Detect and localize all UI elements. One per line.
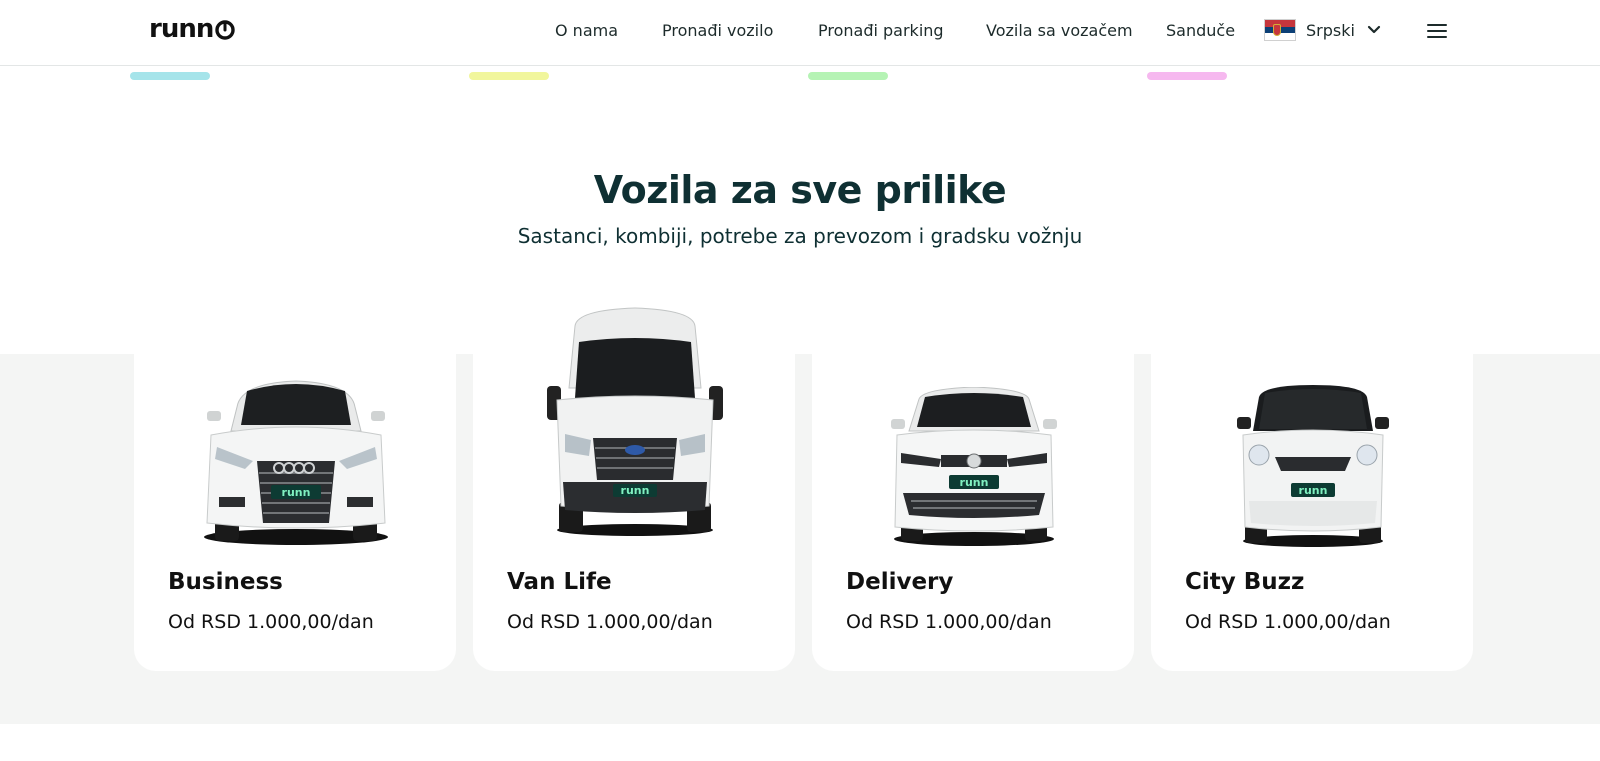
- nav-pronadji-parking[interactable]: Pronađi parking: [818, 21, 944, 40]
- card-title: City Buzz: [1185, 569, 1305, 595]
- card-title: Business: [168, 569, 283, 595]
- site-header: runn O nama Pronađi vozilo Pronađi parki…: [0, 0, 1600, 66]
- card-price: Od RSD 1.000,00/dan: [507, 611, 713, 633]
- plate-text: runn: [621, 484, 650, 497]
- accent-bar-yellow: [469, 72, 549, 80]
- runno-logo[interactable]: runn: [149, 14, 236, 44]
- plate-text: runn: [1299, 484, 1328, 497]
- hamburger-menu-icon[interactable]: [1427, 24, 1447, 40]
- language-label: Srpski: [1306, 20, 1355, 40]
- language-selector[interactable]: Srpski: [1264, 19, 1381, 41]
- vehicle-card-city-buzz[interactable]: runn City Buzz Od RSD 1.000,00/dan: [1151, 354, 1473, 671]
- nav-sanduce[interactable]: Sanduče: [1166, 21, 1235, 40]
- plate-text: runn: [960, 476, 989, 489]
- vehicle-card-business[interactable]: runn Business Od RSD 1.000,00/dan: [134, 354, 456, 671]
- vehicle-card-delivery[interactable]: runn Delivery Od RSD 1.000,00/dan: [812, 354, 1134, 671]
- card-title: Van Life: [507, 569, 612, 595]
- nav-pronadji-vozilo[interactable]: Pronađi vozilo: [662, 21, 773, 40]
- nav-vozila-sa-vozacem[interactable]: Vozila sa vozačem: [986, 21, 1133, 40]
- card-price: Od RSD 1.000,00/dan: [846, 611, 1052, 633]
- accent-bar-cyan: [130, 72, 210, 80]
- hero-subtitle: Sastanci, kombiji, potrebe za prevozom i…: [517, 224, 1083, 248]
- hero-title-text: Vozila za sve prilike: [593, 168, 1007, 212]
- accent-bar-green: [808, 72, 888, 80]
- logo-mark-icon: [215, 20, 236, 40]
- chevron-down-icon: [1367, 25, 1381, 34]
- serbia-flag-icon: [1264, 19, 1296, 41]
- card-price: Od RSD 1.000,00/dan: [168, 611, 374, 633]
- plate-text: runn: [282, 486, 311, 499]
- accent-bar-pink: [1147, 72, 1227, 80]
- logo-text: runn: [149, 14, 214, 44]
- card-title: Delivery: [846, 569, 954, 595]
- card-price: Od RSD 1.000,00/dan: [1185, 611, 1391, 633]
- city-car-image: runn: [1237, 385, 1389, 547]
- van-image: runn: [547, 307, 723, 536]
- nav-o-nama[interactable]: O nama: [555, 21, 618, 40]
- suv-image: runn: [204, 380, 388, 545]
- hero-title-wrap: Vozila za sve prilike: [0, 168, 1600, 212]
- hero-title: Vozila za sve prilike: [593, 168, 1007, 212]
- vehicle-card-van-life[interactable]: runn Van Life Od RSD 1.000,00/dan: [473, 307, 795, 671]
- hatchback-image: runn: [891, 387, 1057, 546]
